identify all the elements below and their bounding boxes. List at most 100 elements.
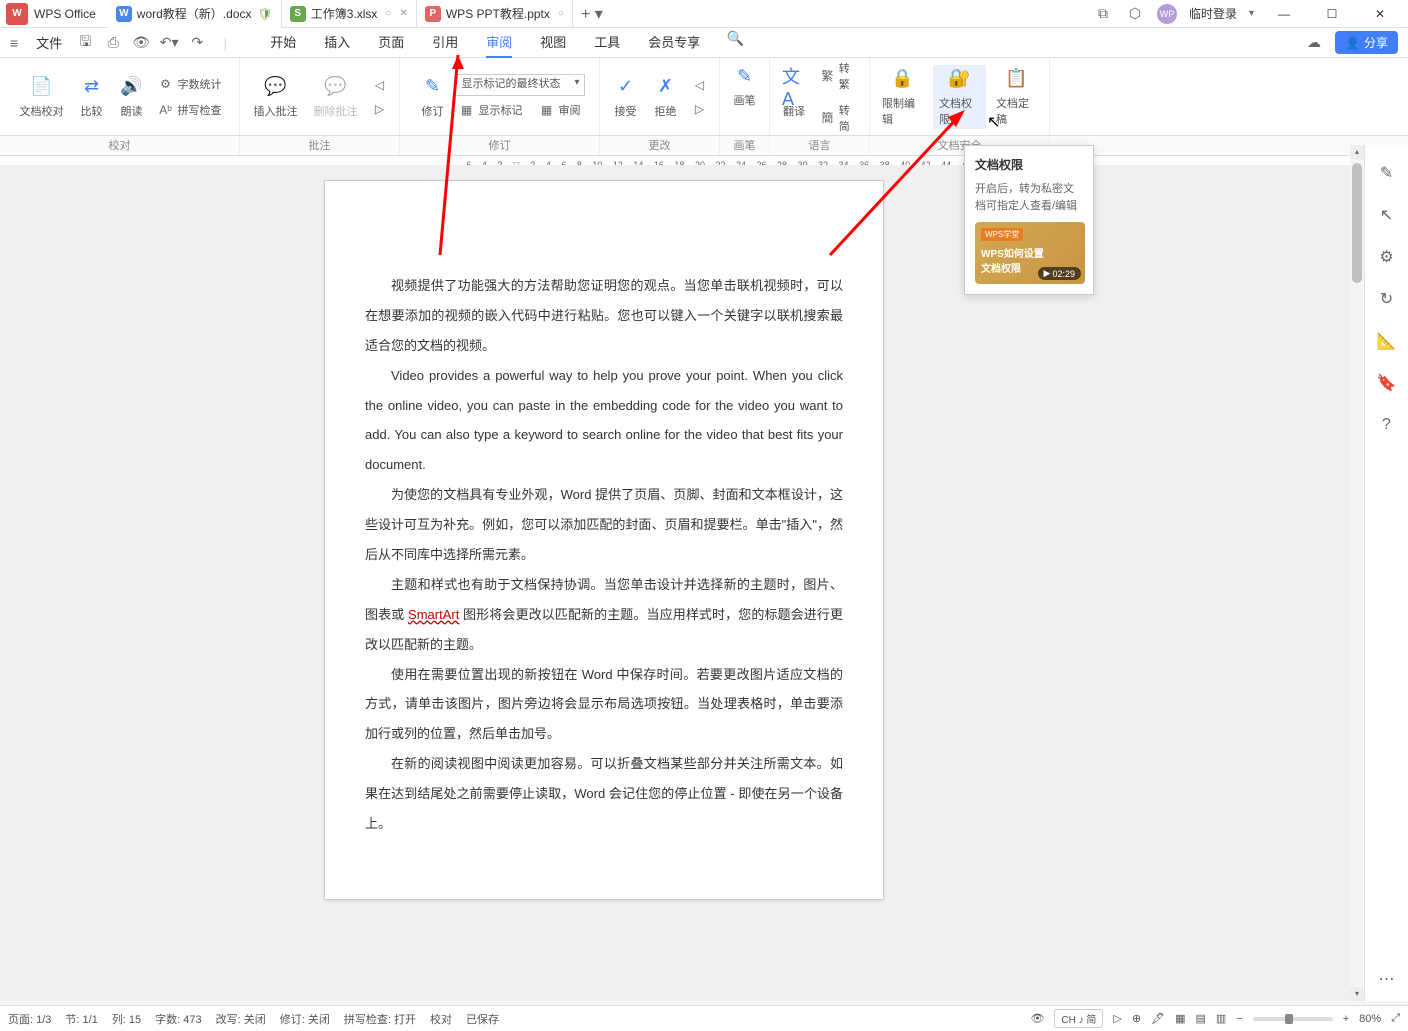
layout-icon[interactable]: ▦: [1175, 1012, 1185, 1025]
spell-status[interactable]: 拼写检查: 打开: [344, 1011, 416, 1027]
share-button[interactable]: 👤 分享: [1335, 31, 1398, 54]
ruler-icon[interactable]: 📐: [1375, 329, 1399, 353]
wordcount-button[interactable]: ⚙字数统计: [154, 74, 226, 94]
help-icon[interactable]: ?: [1375, 413, 1399, 437]
menu-tab-review[interactable]: 审阅: [472, 28, 526, 58]
zoom-out-button[interactable]: −: [1236, 1013, 1242, 1025]
scroll-down-icon[interactable]: ▾: [1350, 987, 1364, 1001]
scroll-up-icon[interactable]: ▴: [1350, 145, 1364, 159]
page-status[interactable]: 页面: 1/3: [8, 1011, 51, 1027]
zoom-in-button[interactable]: +: [1343, 1013, 1349, 1025]
file-menu[interactable]: 文件: [30, 33, 68, 52]
menu-tab-start[interactable]: 开始: [256, 28, 310, 58]
bookmark-icon[interactable]: 🔖: [1375, 371, 1399, 395]
tab-add-button[interactable]: + ▾: [573, 4, 611, 24]
chevron-down-icon[interactable]: ▾: [1249, 8, 1254, 19]
accept-button[interactable]: ✓接受: [608, 73, 644, 121]
tab-sheet[interactable]: S 工作簿3.xlsx ○ ✕: [282, 0, 417, 28]
spellcheck-button[interactable]: Aᵇ拼写检查: [154, 100, 226, 120]
minimize-button[interactable]: —: [1266, 0, 1302, 28]
pen-button[interactable]: ✎画笔: [727, 62, 763, 110]
col-status[interactable]: 列: 15: [112, 1011, 141, 1027]
page[interactable]: 视频提供了功能强大的方法帮助您证明您的观点。当您单击联机视频时，可以在想要添加的…: [324, 180, 884, 900]
menu-tab-page[interactable]: 页面: [364, 28, 418, 58]
sync-icon[interactable]: ↻: [1375, 287, 1399, 311]
insert-comment-button[interactable]: 💬插入批注: [248, 73, 304, 121]
next-comment-button[interactable]: ▷: [368, 99, 392, 119]
preview-icon[interactable]: 👁: [130, 32, 152, 54]
paragraph[interactable]: 为使您的文档具有专业外观，Word 提供了页眉、页脚、封面和文本框设计，这些设计…: [365, 480, 843, 570]
paragraph[interactable]: 主题和样式也有助于文档保持协调。当您单击设计并选择新的主题时，图片、图表或 Sm…: [365, 570, 843, 660]
doc-permission-button[interactable]: 🔐文档权限: [933, 65, 986, 129]
prev-change-button[interactable]: ◁: [688, 75, 712, 95]
doc-proof-button[interactable]: 📄文档校对: [14, 73, 70, 121]
next-change-button[interactable]: ▷: [688, 99, 712, 119]
cloud-icon[interactable]: ☁: [1303, 32, 1325, 54]
search-icon[interactable]: 🔍: [724, 28, 746, 50]
reject-button[interactable]: ✗拒绝: [648, 73, 684, 121]
restrict-edit-button[interactable]: 🔒限制编辑: [876, 65, 929, 129]
tooltip-video[interactable]: WPS学堂 WPS如何设置 文档权限 ▶ 02:29: [975, 222, 1085, 284]
scroll-thumb[interactable]: [1352, 163, 1362, 283]
print-icon[interactable]: ⎙: [102, 32, 124, 54]
translate-button[interactable]: 文A翻译: [776, 73, 812, 121]
read-button[interactable]: 🔊朗读: [114, 73, 150, 121]
menu-tab-insert[interactable]: 插入: [310, 28, 364, 58]
undo-icon[interactable]: ↶▾: [158, 32, 180, 54]
doc-final-button[interactable]: 📋文档定稿: [990, 65, 1043, 129]
menu-tab-ref[interactable]: 引用: [418, 28, 472, 58]
menu-tab-view[interactable]: 视图: [526, 28, 580, 58]
lock-icon[interactable]: 🖋: [1151, 1012, 1165, 1025]
expand-icon[interactable]: ⤢: [1391, 1012, 1400, 1025]
layout-icon[interactable]: ▤: [1195, 1012, 1205, 1025]
devices-icon[interactable]: ⧉: [1093, 4, 1113, 24]
proof-status[interactable]: 校对: [430, 1011, 452, 1027]
prev-comment-button[interactable]: ◁: [368, 75, 392, 95]
tab-close-icon[interactable]: ○: [385, 8, 391, 19]
track-display-dropdown[interactable]: 显示标记的最终状态: [455, 74, 585, 96]
tab-close-icon[interactable]: ✕: [399, 8, 407, 19]
hamburger-icon[interactable]: ≡: [4, 35, 24, 51]
vertical-scrollbar[interactable]: ▴ ▾: [1350, 145, 1364, 1001]
zoom-value[interactable]: 80%: [1359, 1013, 1381, 1025]
menu-tab-tools[interactable]: 工具: [580, 28, 634, 58]
to-trad-button[interactable]: 繁转繁: [816, 58, 863, 94]
layout-icon[interactable]: ▥: [1216, 1012, 1226, 1025]
eye-icon[interactable]: 👁: [1030, 1012, 1044, 1025]
menu-tab-member[interactable]: 会员专享: [634, 28, 714, 58]
review-button[interactable]: ▦审阅: [535, 100, 585, 120]
ime-indicator[interactable]: CH ♪ 简: [1054, 1009, 1103, 1028]
show-marks-button[interactable]: ▦显示标记: [455, 100, 527, 120]
select-icon[interactable]: ↖: [1375, 203, 1399, 227]
login-status[interactable]: 临时登录: [1189, 5, 1237, 22]
track-button[interactable]: ✎修订: [415, 73, 451, 121]
globe-icon[interactable]: ⊕: [1132, 1012, 1141, 1025]
tab-close-icon[interactable]: ○: [558, 8, 564, 19]
close-button[interactable]: ✕: [1362, 0, 1398, 28]
maximize-button[interactable]: ☐: [1314, 0, 1350, 28]
settings-icon[interactable]: ⚙: [1375, 245, 1399, 269]
play-icon[interactable]: ▷: [1113, 1012, 1121, 1025]
paragraph[interactable]: Video provides a powerful way to help yo…: [365, 361, 843, 481]
group-label-pen: 画笔: [720, 136, 770, 155]
more-icon[interactable]: ⋯: [1375, 967, 1399, 991]
save-icon[interactable]: 🖫: [74, 32, 96, 54]
paragraph[interactable]: 使用在需要位置出现的新按钮在 Word 中保存时间。若要更改图片适应文档的方式，…: [365, 660, 843, 750]
paragraph[interactable]: 在新的阅读视图中阅读更加容易。可以折叠文档某些部分并关注所需文本。如果在达到结尾…: [365, 749, 843, 839]
redo-icon[interactable]: ↷: [186, 32, 208, 54]
overwrite-status[interactable]: 改写: 关闭: [216, 1011, 266, 1027]
pencil-icon[interactable]: ✎: [1375, 161, 1399, 185]
revision-status[interactable]: 修订: 关闭: [280, 1011, 330, 1027]
ribbon-group-track: ✎修订 显示标记的最终状态 ▦显示标记 ▦审阅: [400, 58, 600, 135]
tab-ppt[interactable]: P WPS PPT教程.pptx ○: [417, 0, 573, 28]
compare-button[interactable]: ⇄比较: [74, 73, 110, 121]
wordcount-status[interactable]: 字数: 473: [155, 1011, 201, 1027]
avatar[interactable]: WP: [1157, 4, 1177, 24]
to-simp-button[interactable]: 簡转简: [816, 100, 863, 136]
zoom-slider[interactable]: [1253, 1017, 1333, 1021]
cube-icon[interactable]: ⬡: [1125, 4, 1145, 24]
delete-comment-button[interactable]: 💬删除批注: [308, 73, 364, 121]
section-status[interactable]: 节: 1/1: [65, 1011, 97, 1027]
paragraph[interactable]: 视频提供了功能强大的方法帮助您证明您的观点。当您单击联机视频时，可以在想要添加的…: [365, 271, 843, 361]
tab-word[interactable]: W word教程（新）.docx 🛡: [108, 0, 282, 28]
